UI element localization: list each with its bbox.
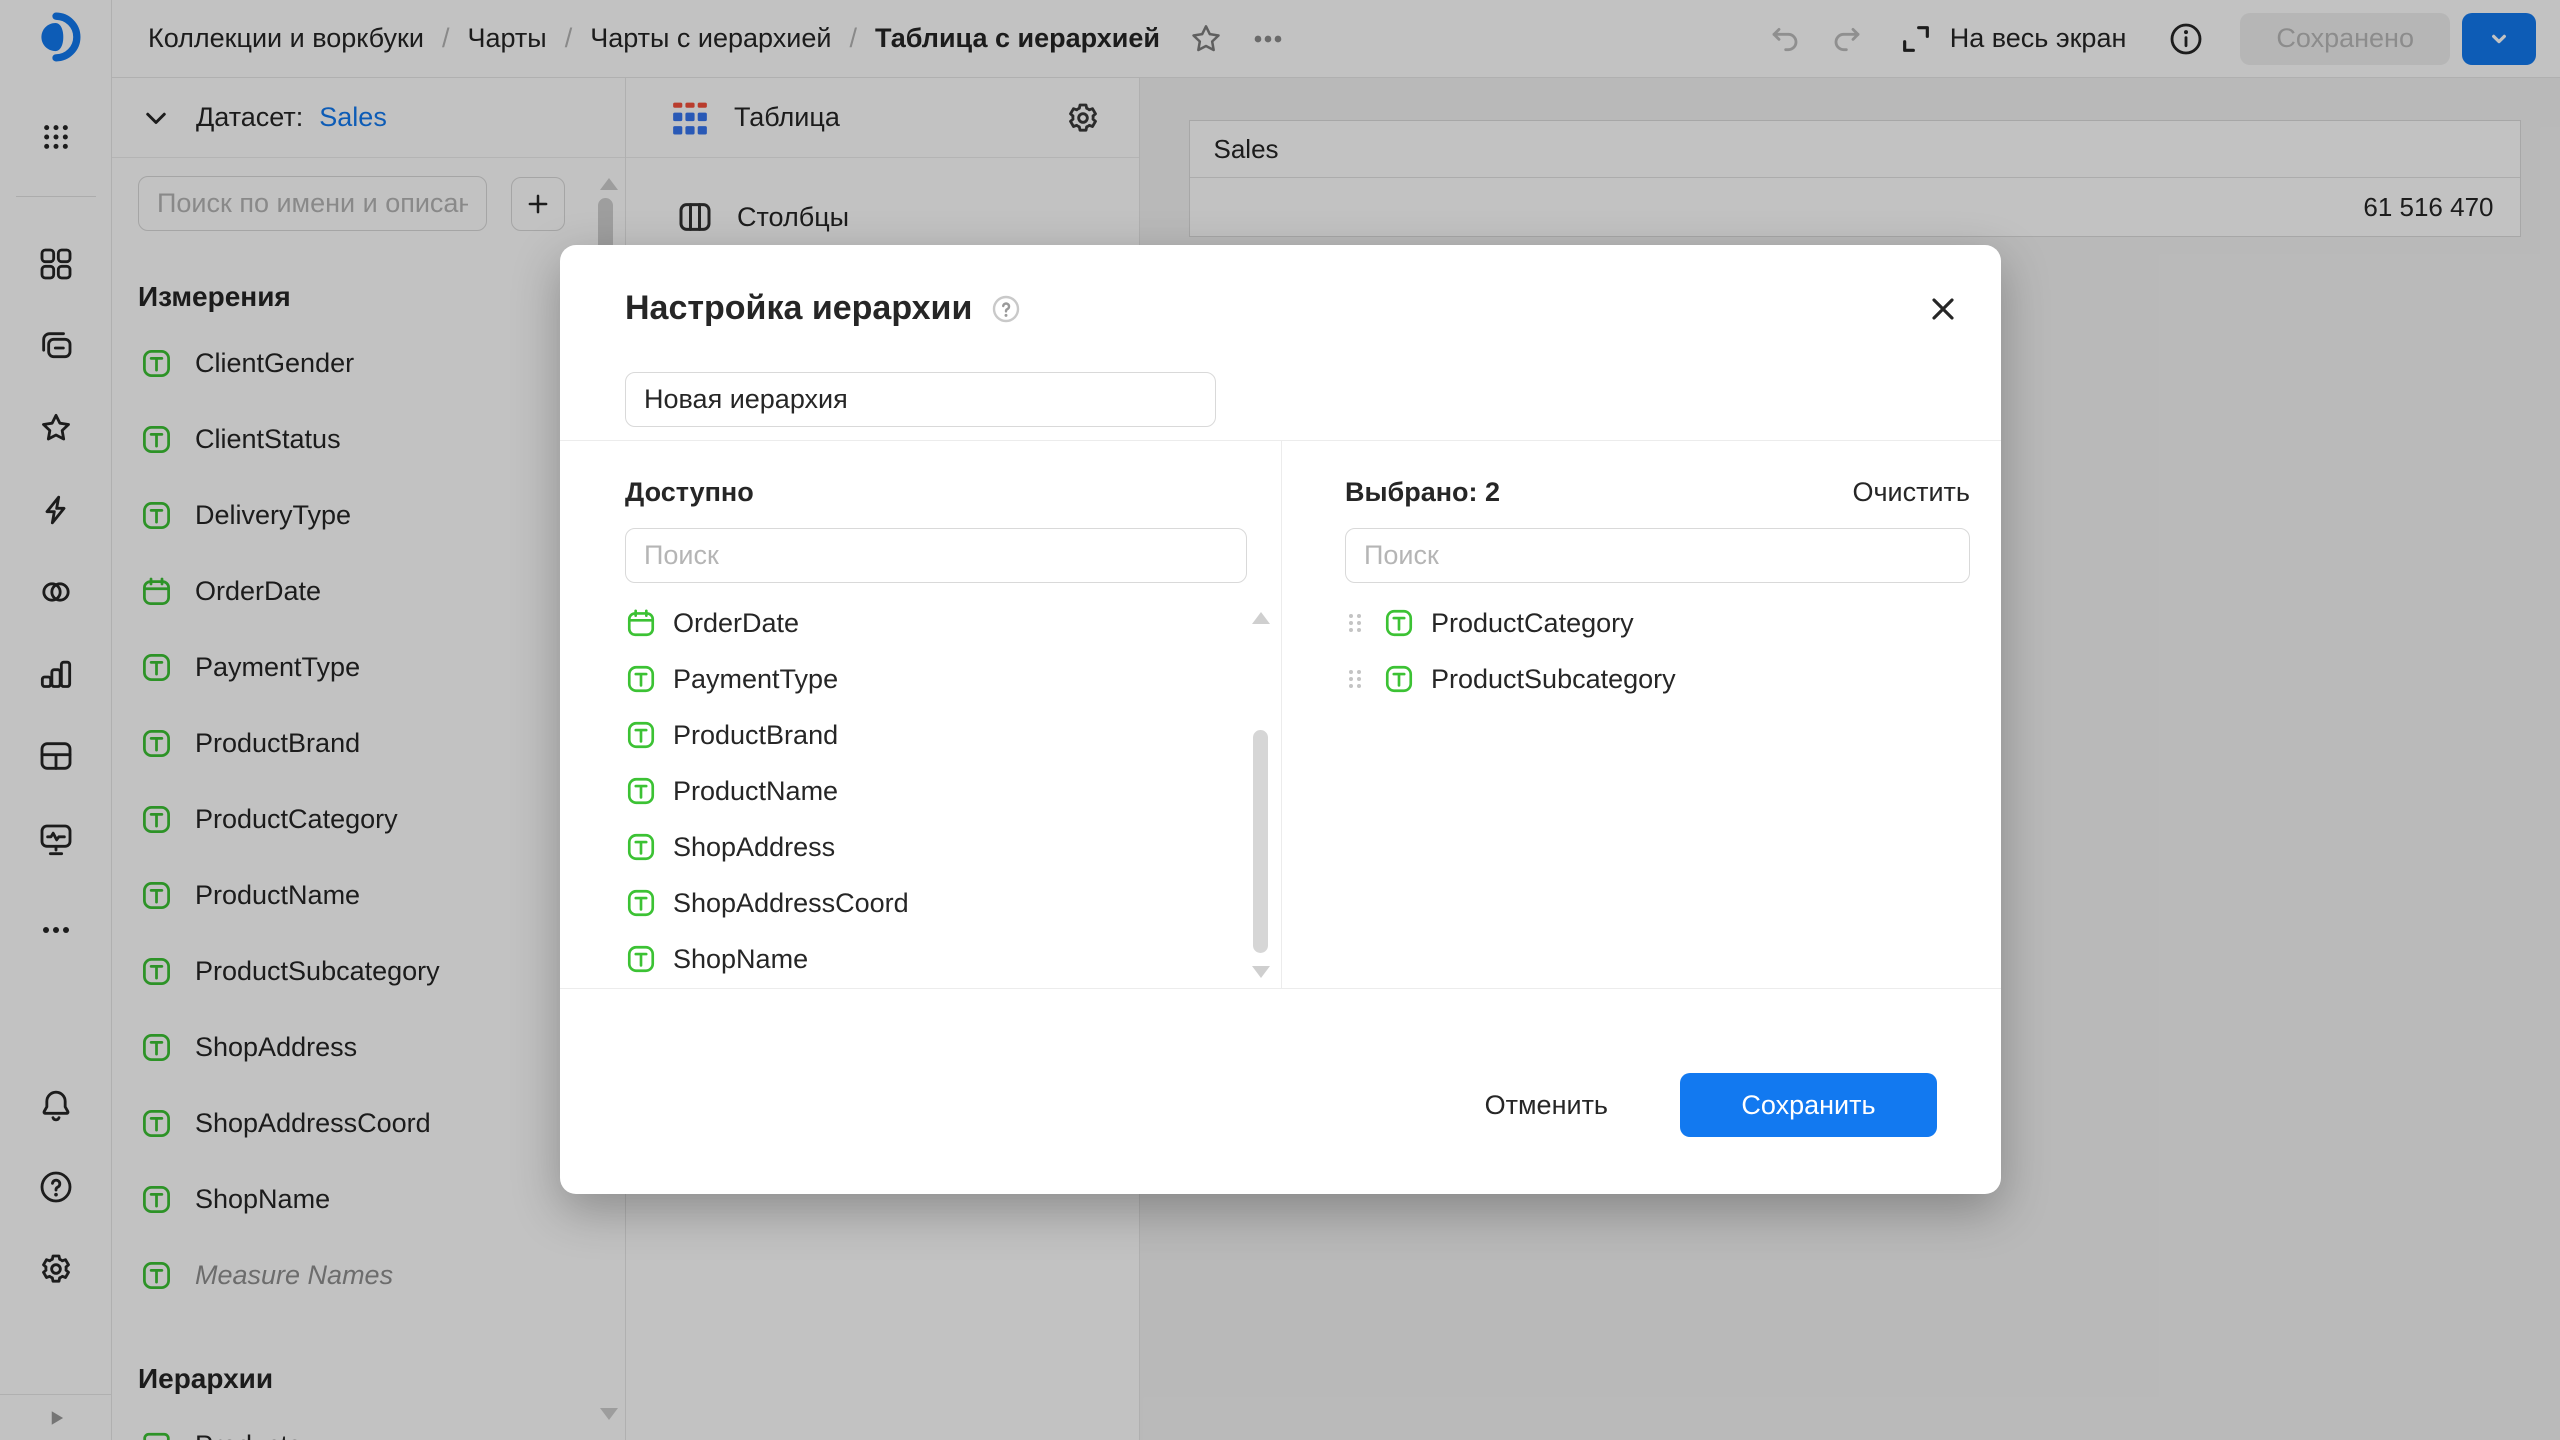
field-label: OrderDate [673, 608, 799, 639]
field-type-date-icon [625, 607, 657, 639]
field-ShopAddressCoord[interactable]: ShopAddressCoord [625, 875, 1247, 931]
field-label: ShopAddress [673, 832, 835, 863]
field-label: ProductName [673, 776, 838, 807]
scroll-down-icon[interactable] [1252, 966, 1270, 978]
field-type-string-icon [625, 719, 657, 751]
field-type-string-icon [625, 831, 657, 863]
help-icon[interactable] [990, 293, 1022, 325]
scroll-up-icon[interactable] [1252, 612, 1270, 624]
field-PaymentType[interactable]: PaymentType [625, 651, 1247, 707]
field-ProductBrand[interactable]: ProductBrand [625, 707, 1247, 763]
clear-selected-button[interactable]: Очистить [1852, 477, 1970, 508]
field-ProductName[interactable]: ProductName [625, 763, 1247, 819]
field-label: ProductSubcategory [1431, 664, 1676, 695]
available-list: OrderDate PaymentType ProductBrand ProductN… [625, 595, 1247, 987]
drag-handle-icon[interactable] [1345, 610, 1365, 636]
save-button[interactable]: Сохранить [1680, 1073, 1937, 1137]
field-label: ShopAddressCoord [673, 888, 909, 919]
selected-field-ProductCategory[interactable]: ProductCategory [1345, 595, 1970, 651]
selected-column: Выбрано: 2 Очистить ProductCategoryProdu… [1345, 440, 1970, 707]
columns-divider [1281, 440, 1282, 988]
scrollbar-thumb[interactable] [1253, 730, 1268, 953]
field-ShopName[interactable]: ShopName [625, 931, 1247, 987]
field-type-string-icon [625, 663, 657, 695]
close-icon[interactable] [1925, 291, 1961, 327]
field-label: ShopName [673, 944, 808, 975]
drag-handle-icon[interactable] [1345, 666, 1365, 692]
field-OrderDate[interactable]: OrderDate [625, 595, 1247, 651]
hierarchy-name-input[interactable] [625, 372, 1216, 427]
field-type-string-icon [1383, 607, 1415, 639]
available-header: Доступно [625, 477, 754, 508]
selected-search-input[interactable] [1345, 528, 1970, 583]
cancel-button[interactable]: Отменить [1469, 1073, 1624, 1137]
selected-header: Выбрано: 2 [1345, 477, 1500, 508]
hierarchy-dialog: Настройка иерархии Доступно OrderDate Pay… [560, 245, 2001, 1194]
field-label: ProductBrand [673, 720, 838, 751]
field-ShopAddress[interactable]: ShopAddress [625, 819, 1247, 875]
field-type-string-icon [625, 887, 657, 919]
selected-list: ProductCategory ProductSubcategory [1345, 595, 1970, 707]
field-label: ProductCategory [1431, 608, 1634, 639]
selected-field-ProductSubcategory[interactable]: ProductSubcategory [1345, 651, 1970, 707]
field-type-string-icon [625, 775, 657, 807]
available-column: Доступно OrderDate PaymentType ProductBran… [625, 440, 1247, 987]
available-search-input[interactable] [625, 528, 1247, 583]
field-type-string-icon [1383, 663, 1415, 695]
dialog-title: Настройка иерархии [625, 289, 972, 328]
field-label: PaymentType [673, 664, 838, 695]
field-type-string-icon [625, 943, 657, 975]
